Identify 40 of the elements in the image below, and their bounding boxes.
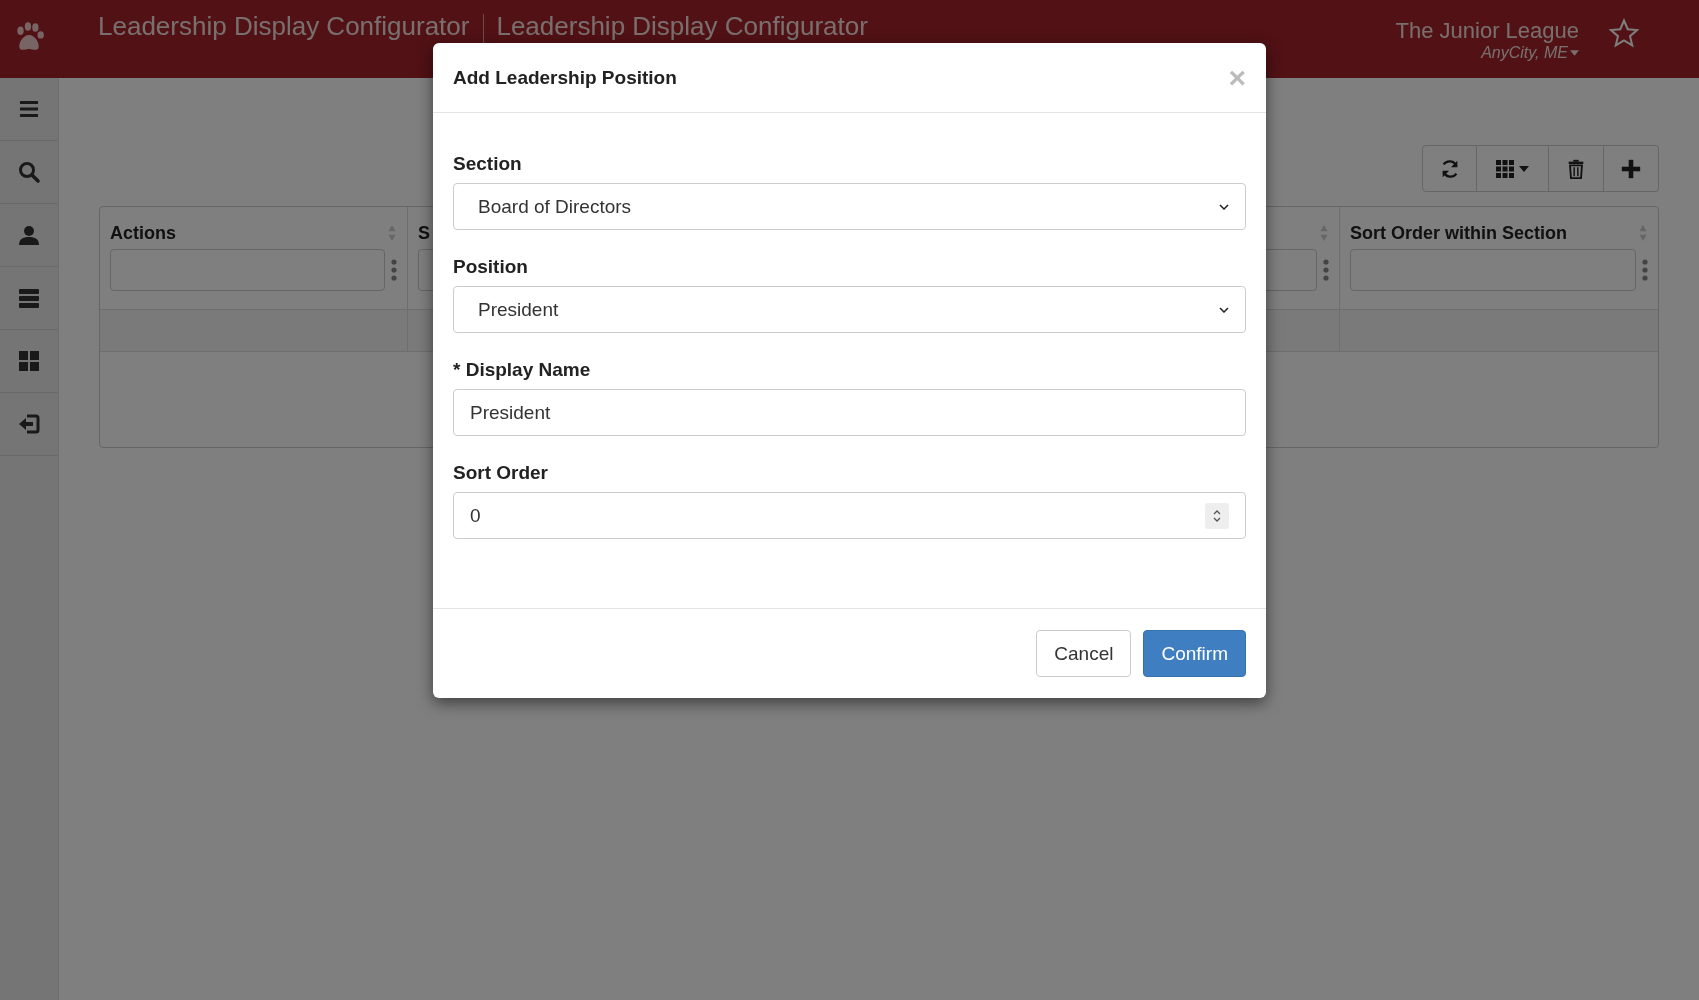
stepper-icon[interactable] bbox=[1205, 502, 1229, 529]
plus-icon bbox=[1620, 157, 1642, 180]
caret-icon bbox=[1519, 165, 1529, 172]
select-field[interactable]: President bbox=[453, 286, 1246, 333]
star-icon[interactable] bbox=[1609, 18, 1639, 48]
more-options-icon[interactable] bbox=[391, 258, 397, 282]
confirm-button[interactable]: Confirm bbox=[1143, 630, 1246, 677]
grid-icon[interactable] bbox=[17, 349, 41, 373]
search-icon[interactable] bbox=[17, 160, 41, 184]
refresh-button[interactable] bbox=[1422, 145, 1477, 192]
page-title: Leadership Display Configurator bbox=[496, 12, 868, 40]
text-field[interactable]: President bbox=[453, 389, 1246, 436]
dialog-title: Add Leadership Position bbox=[453, 66, 677, 89]
cancel-button[interactable]: Cancel bbox=[1036, 630, 1132, 677]
field-label: Section bbox=[453, 153, 523, 175]
app-title: Leadership Display Configurator bbox=[98, 12, 470, 40]
column-header[interactable]: S bbox=[418, 222, 430, 244]
more-options-icon[interactable] bbox=[1642, 258, 1648, 282]
select-field[interactable]: Board of Directors bbox=[453, 183, 1246, 230]
columns-button[interactable] bbox=[1477, 145, 1549, 192]
column-header[interactable]: Actions bbox=[110, 222, 176, 244]
more-options-icon[interactable] bbox=[1323, 258, 1329, 282]
caret-icon bbox=[1570, 50, 1579, 56]
chevron-down-icon bbox=[1219, 306, 1229, 313]
list-icon[interactable] bbox=[17, 286, 41, 310]
logout-icon[interactable] bbox=[17, 412, 41, 436]
field-label: * Display Name bbox=[453, 359, 592, 381]
column-header[interactable]: Sort Order within Section bbox=[1350, 222, 1568, 244]
chevron-down-icon bbox=[1219, 203, 1229, 210]
field-label: Position bbox=[453, 256, 529, 278]
add-button[interactable] bbox=[1604, 145, 1659, 192]
field-label: Sort Order bbox=[453, 462, 550, 484]
filter-field[interactable] bbox=[1350, 249, 1636, 291]
organization-name: The Junior League bbox=[1395, 18, 1579, 44]
delete-button[interactable] bbox=[1549, 145, 1604, 192]
location-dropdown[interactable]: AnyCity, ME bbox=[1481, 44, 1579, 62]
number-field[interactable]: 0 bbox=[453, 492, 1246, 539]
filter-field[interactable] bbox=[110, 249, 385, 291]
grid-icon bbox=[1496, 159, 1514, 178]
user-icon[interactable] bbox=[17, 223, 41, 247]
